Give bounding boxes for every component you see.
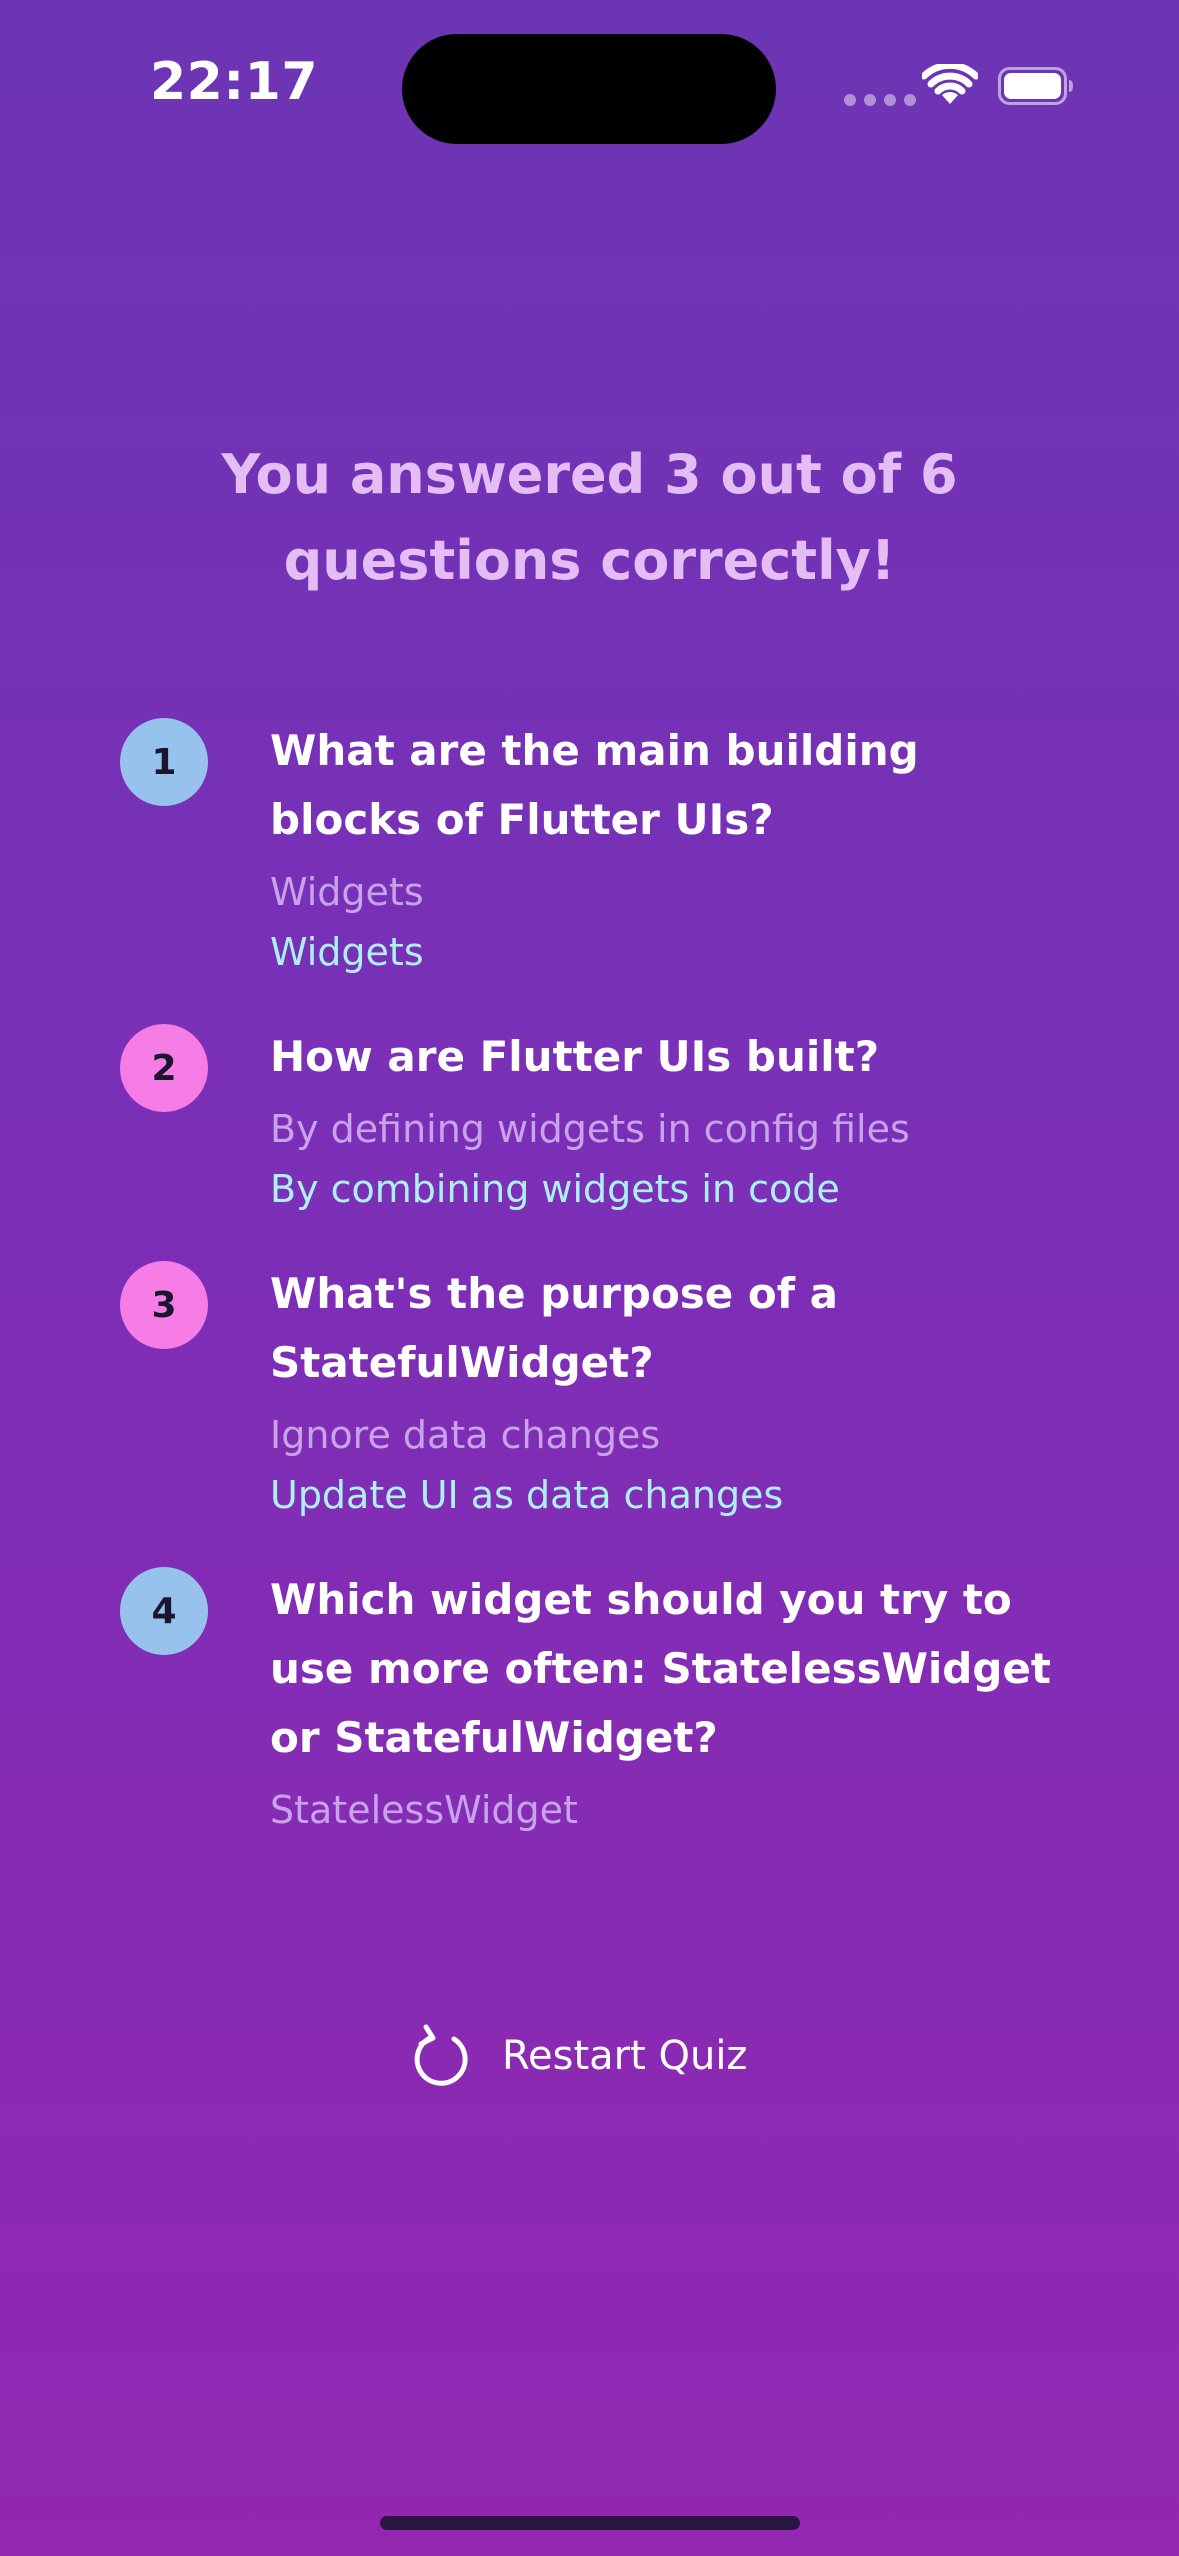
question-text: How are Flutter UIs built? [270,1032,880,1081]
dynamic-island [402,34,776,144]
status-bar: 22:17 [0,0,1179,160]
correct-answer: Update UI as data changes [270,1473,784,1517]
correct-answer: Widgets [270,930,424,974]
question-index-badge: 4 [120,1567,208,1655]
status-time: 22:17 [150,52,319,112]
restart-quiz-label: Restart Quiz [502,2033,748,2079]
user-answer: By defining widgets in config files [270,1107,910,1151]
user-answer: StatelessWidget [270,1788,578,1832]
summary-item: 1 What are the main building blocks of F… [118,716,1078,982]
wifi-icon [922,64,978,104]
summary-item: 3 What's the purpose of a StatefulWidget… [118,1259,1078,1525]
correct-answer: By combining widgets in code [270,1167,840,1211]
answers-summary-list: 1 What are the main building blocks of F… [118,716,1078,1880]
results-headline: You answered 3 out of 6 questions correc… [221,443,958,592]
cellular-signal-icon [844,94,916,106]
restart-quiz-button[interactable]: Restart Quiz [410,2016,747,2096]
battery-icon [998,67,1073,105]
question-index-badge: 1 [120,718,208,806]
user-answer: Ignore data changes [270,1413,661,1457]
summary-item: 2 How are Flutter UIs built? By defining… [118,1022,1078,1219]
refresh-icon [414,2024,468,2086]
question-index-badge: 3 [120,1261,208,1349]
question-index-badge: 2 [120,1024,208,1112]
home-indicator[interactable] [380,2516,800,2530]
summary-item: 4 Which widget should you try to use mor… [118,1565,1078,1840]
question-text: What's the purpose of a StatefulWidget? [270,1269,839,1387]
user-answer: Widgets [270,870,424,914]
question-text: What are the main building blocks of Flu… [270,726,919,844]
question-text: Which widget should you try to use more … [270,1575,1051,1762]
